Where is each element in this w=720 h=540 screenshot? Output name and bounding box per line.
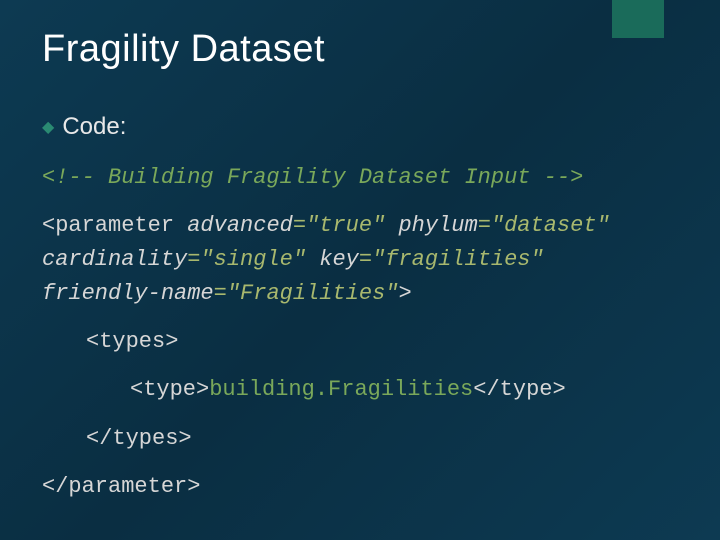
code-types-close: </types> bbox=[42, 422, 678, 456]
attr-cardinality-val: ="single" bbox=[187, 247, 319, 272]
type-value: building.Fragilities bbox=[209, 377, 473, 402]
attr-phylum-val: ="dataset" bbox=[478, 213, 610, 238]
tag-open: <parameter bbox=[42, 213, 187, 238]
attr-key: key bbox=[319, 247, 359, 272]
attr-advanced: advanced bbox=[187, 213, 293, 238]
type-open: <type> bbox=[130, 377, 209, 402]
attr-friendly-val: ="Fragilities" bbox=[214, 281, 399, 306]
attr-phylum: phylum bbox=[398, 213, 477, 238]
code-block: <!-- Building Fragility Dataset Input --… bbox=[42, 161, 678, 504]
types-open: <types> bbox=[86, 329, 178, 354]
comment-text: <!-- Building Fragility Dataset Input --… bbox=[42, 165, 583, 190]
bullet-row: ◆ Code: bbox=[42, 113, 678, 141]
param-close: </parameter> bbox=[42, 474, 200, 499]
attr-friendly: friendly-name bbox=[42, 281, 214, 306]
attr-cardinality: cardinality bbox=[42, 247, 187, 272]
bullet-icon: ◆ bbox=[42, 117, 54, 137]
code-param-close: </parameter> bbox=[42, 470, 678, 504]
attr-key-val: ="fragilities" bbox=[359, 247, 544, 272]
type-close: </type> bbox=[473, 377, 565, 402]
types-close: </types> bbox=[86, 426, 192, 451]
code-type-line: <type>building.Fragilities</type> bbox=[42, 373, 678, 407]
code-types-open: <types> bbox=[42, 325, 678, 359]
slide-content: Fragility Dataset ◆ Code: <!-- Building … bbox=[0, 0, 720, 504]
accent-bar bbox=[612, 0, 664, 38]
bullet-label: Code: bbox=[62, 113, 126, 141]
page-title: Fragility Dataset bbox=[42, 28, 678, 71]
code-param-open: <parameter advanced="true" phylum="datas… bbox=[42, 209, 678, 311]
code-comment: <!-- Building Fragility Dataset Input --… bbox=[42, 161, 678, 195]
tag-open-end: > bbox=[398, 281, 411, 306]
attr-advanced-val: ="true" bbox=[293, 213, 399, 238]
